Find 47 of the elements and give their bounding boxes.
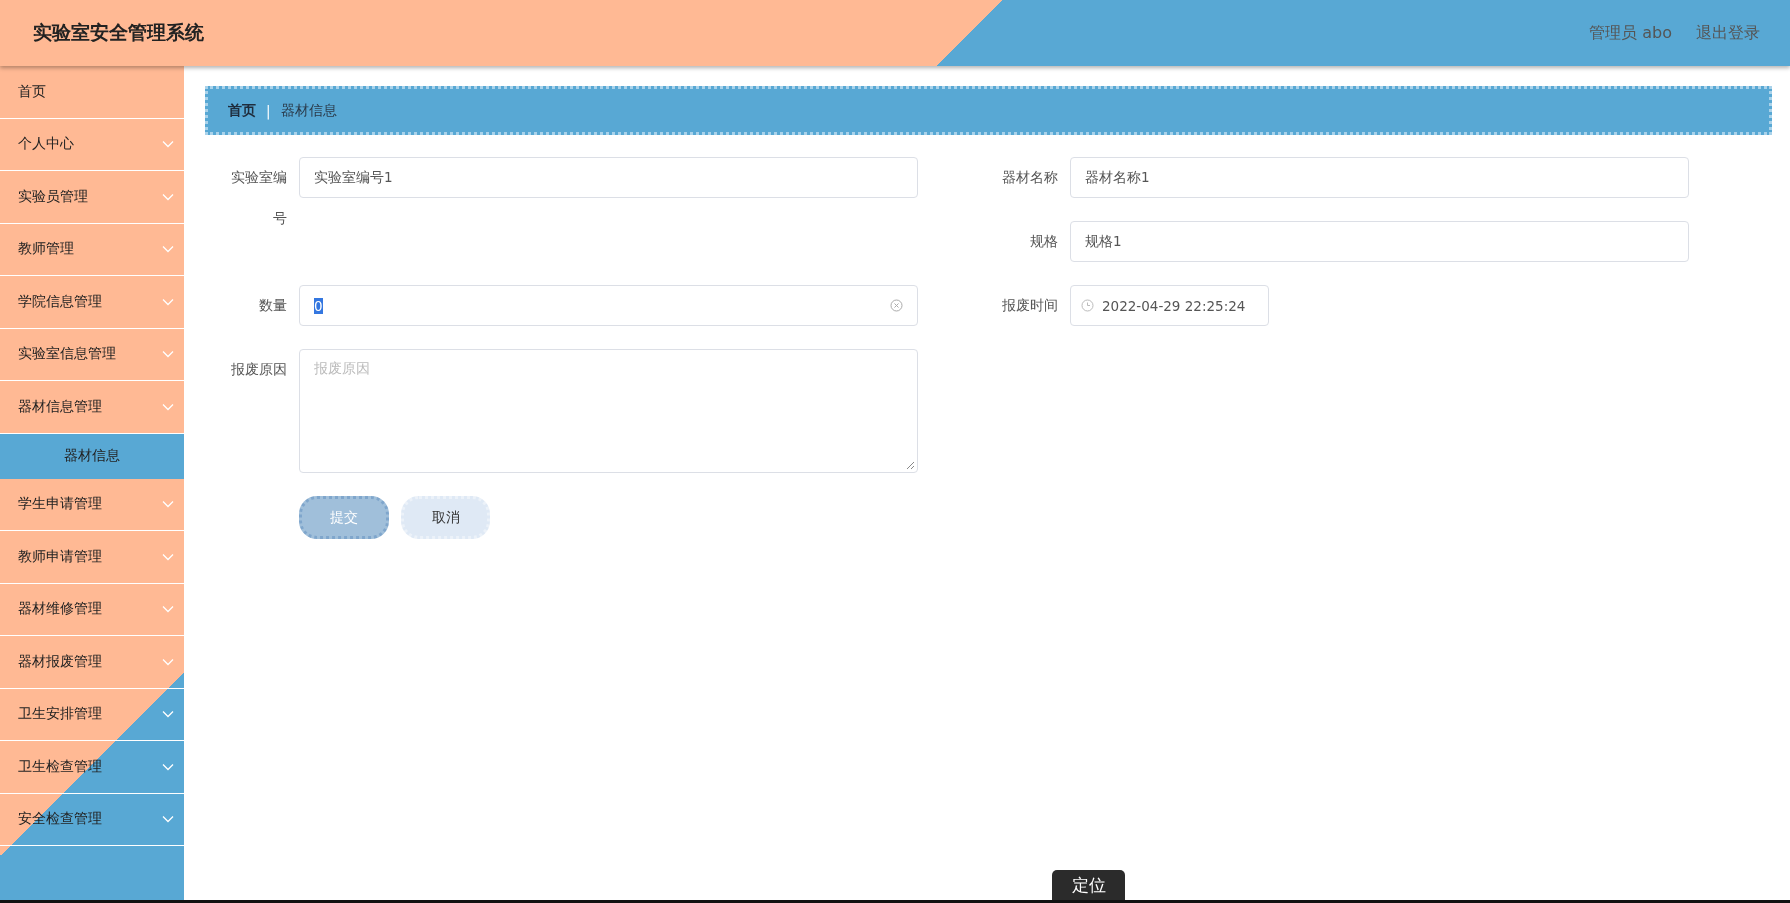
date-field[interactable]: 2022-04-29 22:25:24: [1070, 285, 1269, 326]
field-label: 规格: [1029, 232, 1058, 251]
field-label: 报废时间: [1001, 296, 1058, 315]
sidebar-item[interactable]: 卫生检查管理: [0, 741, 184, 794]
number-field[interactable]: 0: [299, 285, 918, 326]
sidebar-item[interactable]: 个人中心: [0, 118, 184, 171]
chevron-icon: [162, 815, 174, 824]
breadcrumb-separator: |: [266, 102, 271, 119]
sidebar-item[interactable]: 首页: [0, 66, 184, 119]
clear-icon: [890, 299, 903, 312]
cancel-button[interactable]: 取消: [401, 496, 490, 539]
chevron-icon: [162, 245, 174, 254]
app-title: 实验室安全管理系统: [33, 20, 204, 45]
breadcrumb-current: 器材信息: [280, 101, 337, 120]
clock-icon: [1081, 299, 1094, 312]
chevron-icon: [162, 500, 174, 509]
locate-button[interactable]: 定位: [1052, 870, 1125, 900]
sidebar-item[interactable]: 教师申请管理: [0, 531, 184, 584]
field-label: 数量: [258, 296, 287, 315]
field-label: 器材名称: [1001, 168, 1058, 187]
sidebar-item[interactable]: 器材维修管理: [0, 583, 184, 636]
chevron-icon: [162, 605, 174, 614]
sidebar-item[interactable]: 实验员管理: [0, 171, 184, 224]
input-field[interactable]: 实验室编号1: [299, 157, 918, 198]
sidebar-item[interactable]: 卫生安排管理: [0, 688, 184, 741]
sidebar-item[interactable]: 学生申请管理: [0, 478, 184, 531]
sidebar-item[interactable]: 器材报废管理: [0, 636, 184, 689]
input-field[interactable]: 器材名称1: [1070, 157, 1689, 198]
input-field[interactable]: 规格1: [1070, 221, 1689, 262]
chevron-icon: [162, 657, 174, 666]
chevron-icon: [162, 402, 174, 411]
chevron-icon: [162, 192, 174, 201]
submenu-item[interactable]: 器材信息: [0, 433, 184, 479]
resize-handle-icon: [906, 461, 915, 470]
chevron-icon: [162, 350, 174, 359]
field-label: 报废原因: [230, 360, 287, 379]
sidebar-item[interactable]: 器材信息管理: [0, 381, 184, 434]
chevron-icon: [162, 140, 174, 149]
chevron-icon: [162, 762, 174, 771]
chevron-icon: [162, 710, 174, 719]
sidebar-item[interactable]: 实验室信息管理: [0, 328, 184, 381]
chevron-icon: [162, 552, 174, 561]
chevron-icon: [162, 297, 174, 306]
sidebar-item[interactable]: 学院信息管理: [0, 276, 184, 329]
sidebar-item[interactable]: 教师管理: [0, 223, 184, 276]
breadcrumb-link[interactable]: 首页: [228, 101, 256, 120]
field-label: 实验室编号: [230, 168, 287, 228]
